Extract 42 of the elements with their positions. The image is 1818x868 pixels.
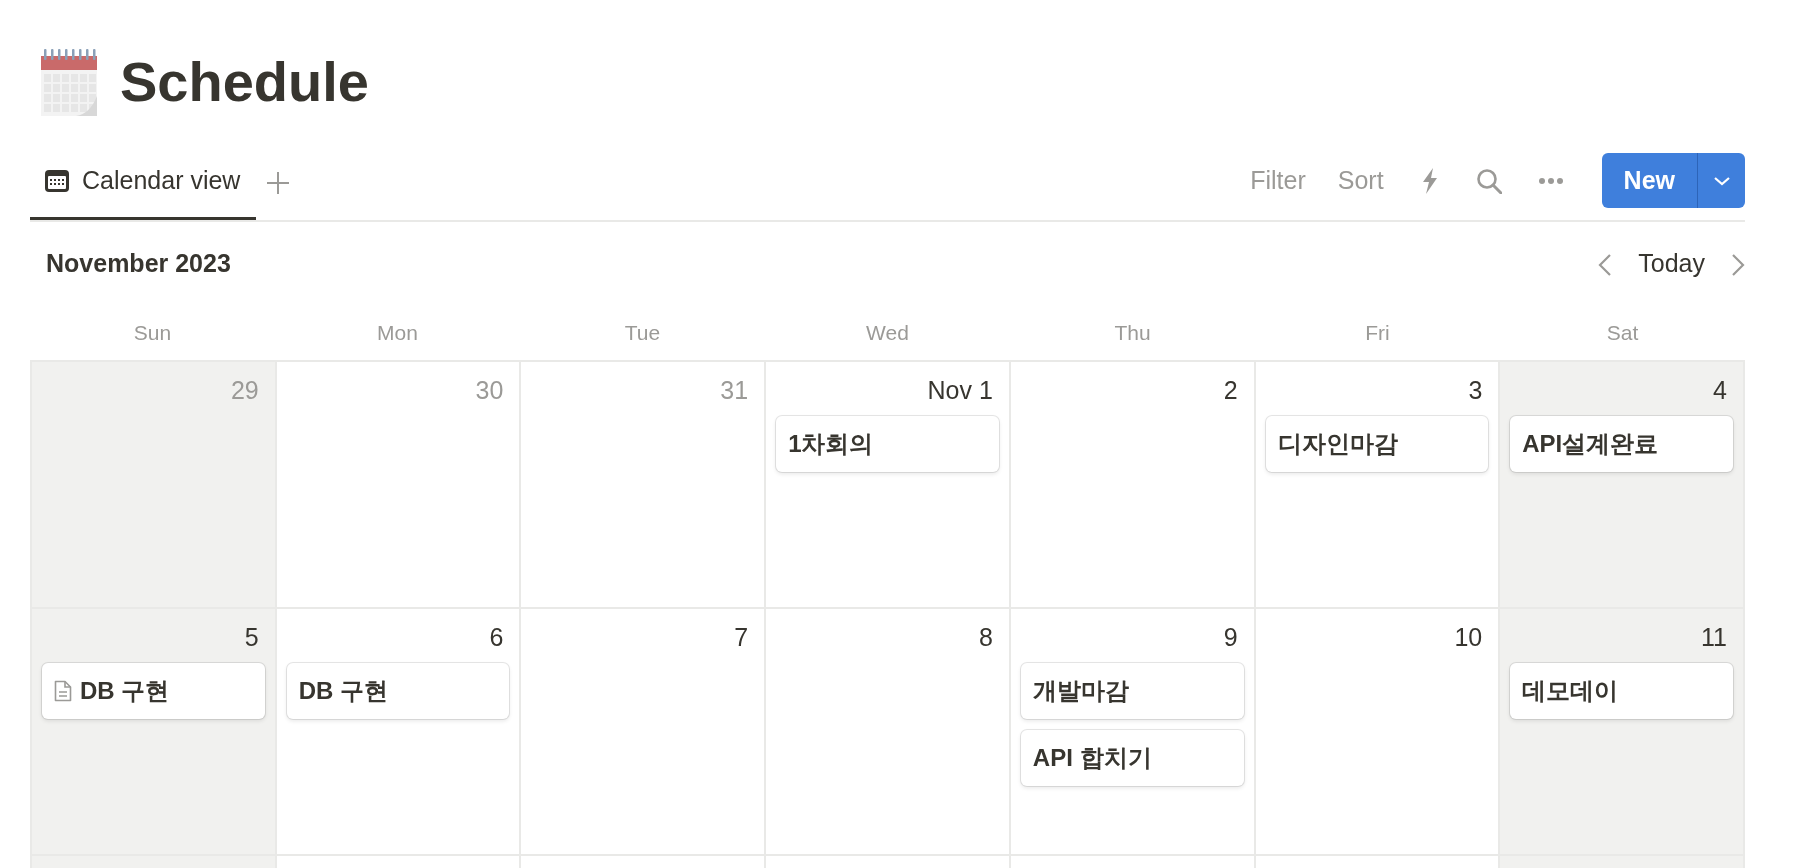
day-number: 30 xyxy=(475,376,504,404)
calendar-icon xyxy=(44,169,70,193)
calendar-icon xyxy=(40,47,98,116)
day-number: 11 xyxy=(1701,623,1727,651)
day-number: Nov 1 xyxy=(927,376,993,404)
event-card[interactable]: API 합치기 xyxy=(1020,730,1244,786)
chevron-right-icon xyxy=(1731,253,1745,278)
weekday-label: Sun xyxy=(132,319,173,346)
event-card[interactable]: 개발마감 xyxy=(1020,663,1244,719)
weekday-label: Sat xyxy=(1605,319,1640,346)
day-number: 7 xyxy=(734,623,749,651)
month-title: November 2023 xyxy=(46,247,232,279)
day-number: 3 xyxy=(1468,376,1483,404)
today-button[interactable]: Today xyxy=(1632,243,1711,284)
event-card[interactable]: 데모데이 xyxy=(1510,663,1733,719)
view-tab[interactable]: Calendar view xyxy=(30,145,257,220)
weekday-label: Mon xyxy=(376,319,419,346)
day-number: 4 xyxy=(1713,376,1727,404)
event-card[interactable]: DB 구현 xyxy=(286,663,510,719)
weekday-label: Thu xyxy=(1113,319,1152,346)
day-number: 8 xyxy=(978,623,993,651)
event-card[interactable]: 1차회의 xyxy=(776,416,999,472)
chevron-down-icon xyxy=(1712,175,1731,186)
day-number: 31 xyxy=(720,376,749,404)
page-title: Schedule xyxy=(120,53,369,110)
day-number: 10 xyxy=(1454,623,1483,651)
weekday-label: Fri xyxy=(1364,319,1391,346)
search-icon xyxy=(1475,167,1502,194)
weekday-label: Tue xyxy=(623,319,662,346)
plus-icon xyxy=(266,170,291,195)
more-icon xyxy=(1537,176,1564,185)
day-number: 5 xyxy=(244,623,259,651)
day-number: 9 xyxy=(1223,623,1238,651)
chevron-left-icon xyxy=(1598,253,1613,278)
weekday-label: Wed xyxy=(865,319,910,346)
event-card[interactable]: API설계완료 xyxy=(1510,416,1733,472)
event-card[interactable]: 디자인마감 xyxy=(1265,416,1489,472)
document-icon xyxy=(54,680,72,702)
day-number: 6 xyxy=(489,623,504,651)
day-number: 29 xyxy=(230,376,259,404)
event-card[interactable]: DB 구현 xyxy=(42,663,265,719)
day-number: 2 xyxy=(1223,376,1238,404)
